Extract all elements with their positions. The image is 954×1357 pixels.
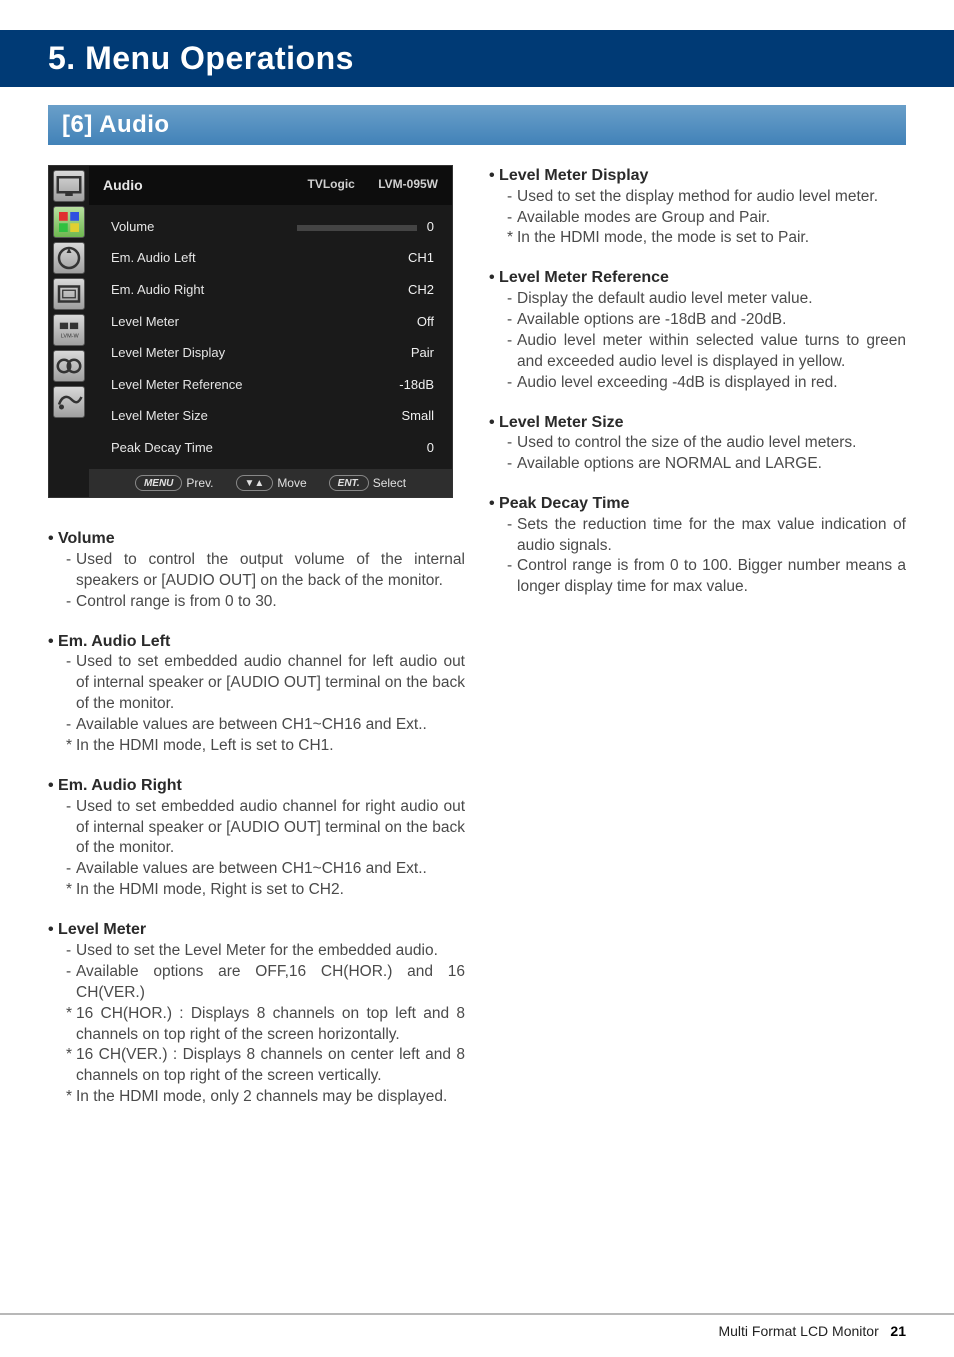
item-sub: - Available options are NORMAL and LARGE… [489, 454, 906, 475]
item-note: * In the HDMI mode, the mode is set to P… [489, 228, 906, 249]
doc-item: Level Meter Display- Used to set the dis… [489, 165, 906, 249]
menu-row-value: 0 [297, 218, 434, 236]
item-sub: - Audio level meter within selected valu… [489, 331, 906, 373]
menu-row: Peak Decay Time 0 [89, 432, 452, 464]
item-sub: - Available values are between CH1~CH16 … [48, 859, 465, 880]
monitor-icon [53, 170, 85, 202]
footer-label: Multi Format LCD Monitor [718, 1323, 878, 1339]
item-sub: - Available options are -18dB and -20dB. [489, 310, 906, 331]
menu-row: Level Meter Off [89, 306, 452, 338]
item-note: * In the HDMI mode, only 2 channels may … [48, 1087, 465, 1108]
menu-row-label: Em. Audio Right [111, 281, 204, 299]
audio-icon [53, 350, 85, 382]
item-title: Level Meter Size [489, 412, 906, 434]
waveform-icon: LVM-W [53, 314, 85, 346]
doc-item: Em. Audio Right- Used to set embedded au… [48, 775, 465, 901]
menu-row-label: Volume [111, 218, 154, 236]
menu-prev-hint: MENU Prev. [135, 475, 214, 491]
item-sub: - Available values are between CH1~CH16 … [48, 715, 465, 736]
menu-row-value: Pair [411, 344, 434, 362]
item-sub: - Used to set embedded audio channel for… [48, 652, 465, 715]
page-number: 21 [890, 1323, 906, 1339]
menu-row-label: Level Meter Size [111, 407, 208, 425]
doc-item: Volume- Used to control the output volum… [48, 528, 465, 612]
item-title: Level Meter Reference [489, 267, 906, 289]
menu-row-label: Em. Audio Left [111, 249, 196, 267]
menu-row-value: Small [401, 407, 434, 425]
item-note: * In the HDMI mode, Left is set to CH1. [48, 736, 465, 757]
page-footer: Multi Format LCD Monitor 21 [0, 1313, 954, 1339]
menu-brand: TVLogic [308, 177, 355, 191]
menu-row: Level Meter Size Small [89, 400, 452, 432]
item-sub: - Available options are OFF,16 CH(HOR.) … [48, 962, 465, 1004]
chapter-title: 5. Menu Operations [0, 0, 954, 87]
item-sub: - Display the default audio level meter … [489, 289, 906, 310]
item-sub: - Available modes are Group and Pair. [489, 208, 906, 229]
menu-row-value: 0 [427, 439, 434, 457]
item-title: Level Meter [48, 919, 465, 941]
svg-text:LVM-W: LVM-W [61, 333, 80, 339]
menu-row-label: Peak Decay Time [111, 439, 213, 457]
menu-row: Level Meter Display Pair [89, 337, 452, 369]
section-title: [6] Audio [48, 105, 906, 145]
system-icon [53, 386, 85, 418]
menu-move-hint: ▼▲ Move [236, 475, 307, 491]
doc-item: Peak Decay Time- Sets the reduction time… [489, 493, 906, 598]
menu-row-value: CH2 [408, 281, 434, 299]
menu-row: Level Meter Reference -18dB [89, 369, 452, 401]
menu-row-label: Level Meter Display [111, 344, 225, 362]
marker-icon [53, 278, 85, 310]
doc-item: Level Meter Reference- Display the defau… [489, 267, 906, 393]
doc-item: Em. Audio Left- Used to set embedded aud… [48, 631, 465, 757]
item-sub: - Control range is from 0 to 30. [48, 592, 465, 613]
menu-model: LVM-095W [378, 177, 438, 191]
menu-row-value: CH1 [408, 249, 434, 267]
menu-row-label: Level Meter Reference [111, 376, 243, 394]
doc-item: Level Meter- Used to set the Level Meter… [48, 919, 465, 1108]
item-title: Em. Audio Right [48, 775, 465, 797]
advanced-icon [53, 242, 85, 274]
menu-select-hint: ENT. Select [329, 475, 406, 491]
doc-item: Level Meter Size- Used to control the si… [489, 412, 906, 475]
menu-row: Em. Audio Right CH2 [89, 274, 452, 306]
item-sub: - Used to control the output volume of t… [48, 550, 465, 592]
item-sub: - Audio level exceeding -4dB is displaye… [489, 373, 906, 394]
item-title: Volume [48, 528, 465, 550]
item-title: Peak Decay Time [489, 493, 906, 515]
volume-slider [297, 225, 417, 231]
osd-menu-screenshot: LVM-W Audio TVLogic LVM-095W [48, 165, 453, 498]
menu-row-value: -18dB [399, 376, 434, 394]
color-icon [53, 206, 85, 238]
menu-row: Volume 0 [89, 211, 452, 243]
item-sub: - Used to set the display method for aud… [489, 187, 906, 208]
menu-row: Em. Audio Left CH1 [89, 242, 452, 274]
menu-row-value: Off [417, 313, 434, 331]
menu-title: Audio [103, 176, 143, 195]
item-note: * 16 CH(VER.) : Displays 8 channels on c… [48, 1045, 465, 1087]
item-note: * In the HDMI mode, Right is set to CH2. [48, 880, 465, 901]
item-sub: - Used to set the Level Meter for the em… [48, 941, 465, 962]
item-title: Em. Audio Left [48, 631, 465, 653]
item-sub: - Sets the reduction time for the max va… [489, 515, 906, 557]
item-title: Level Meter Display [489, 165, 906, 187]
item-sub: - Control range is from 0 to 100. Bigger… [489, 556, 906, 598]
menu-row-label: Level Meter [111, 313, 179, 331]
item-note: * 16 CH(HOR.) : Displays 8 channels on t… [48, 1004, 465, 1046]
item-sub: - Used to set embedded audio channel for… [48, 797, 465, 860]
item-sub: - Used to control the size of the audio … [489, 433, 906, 454]
